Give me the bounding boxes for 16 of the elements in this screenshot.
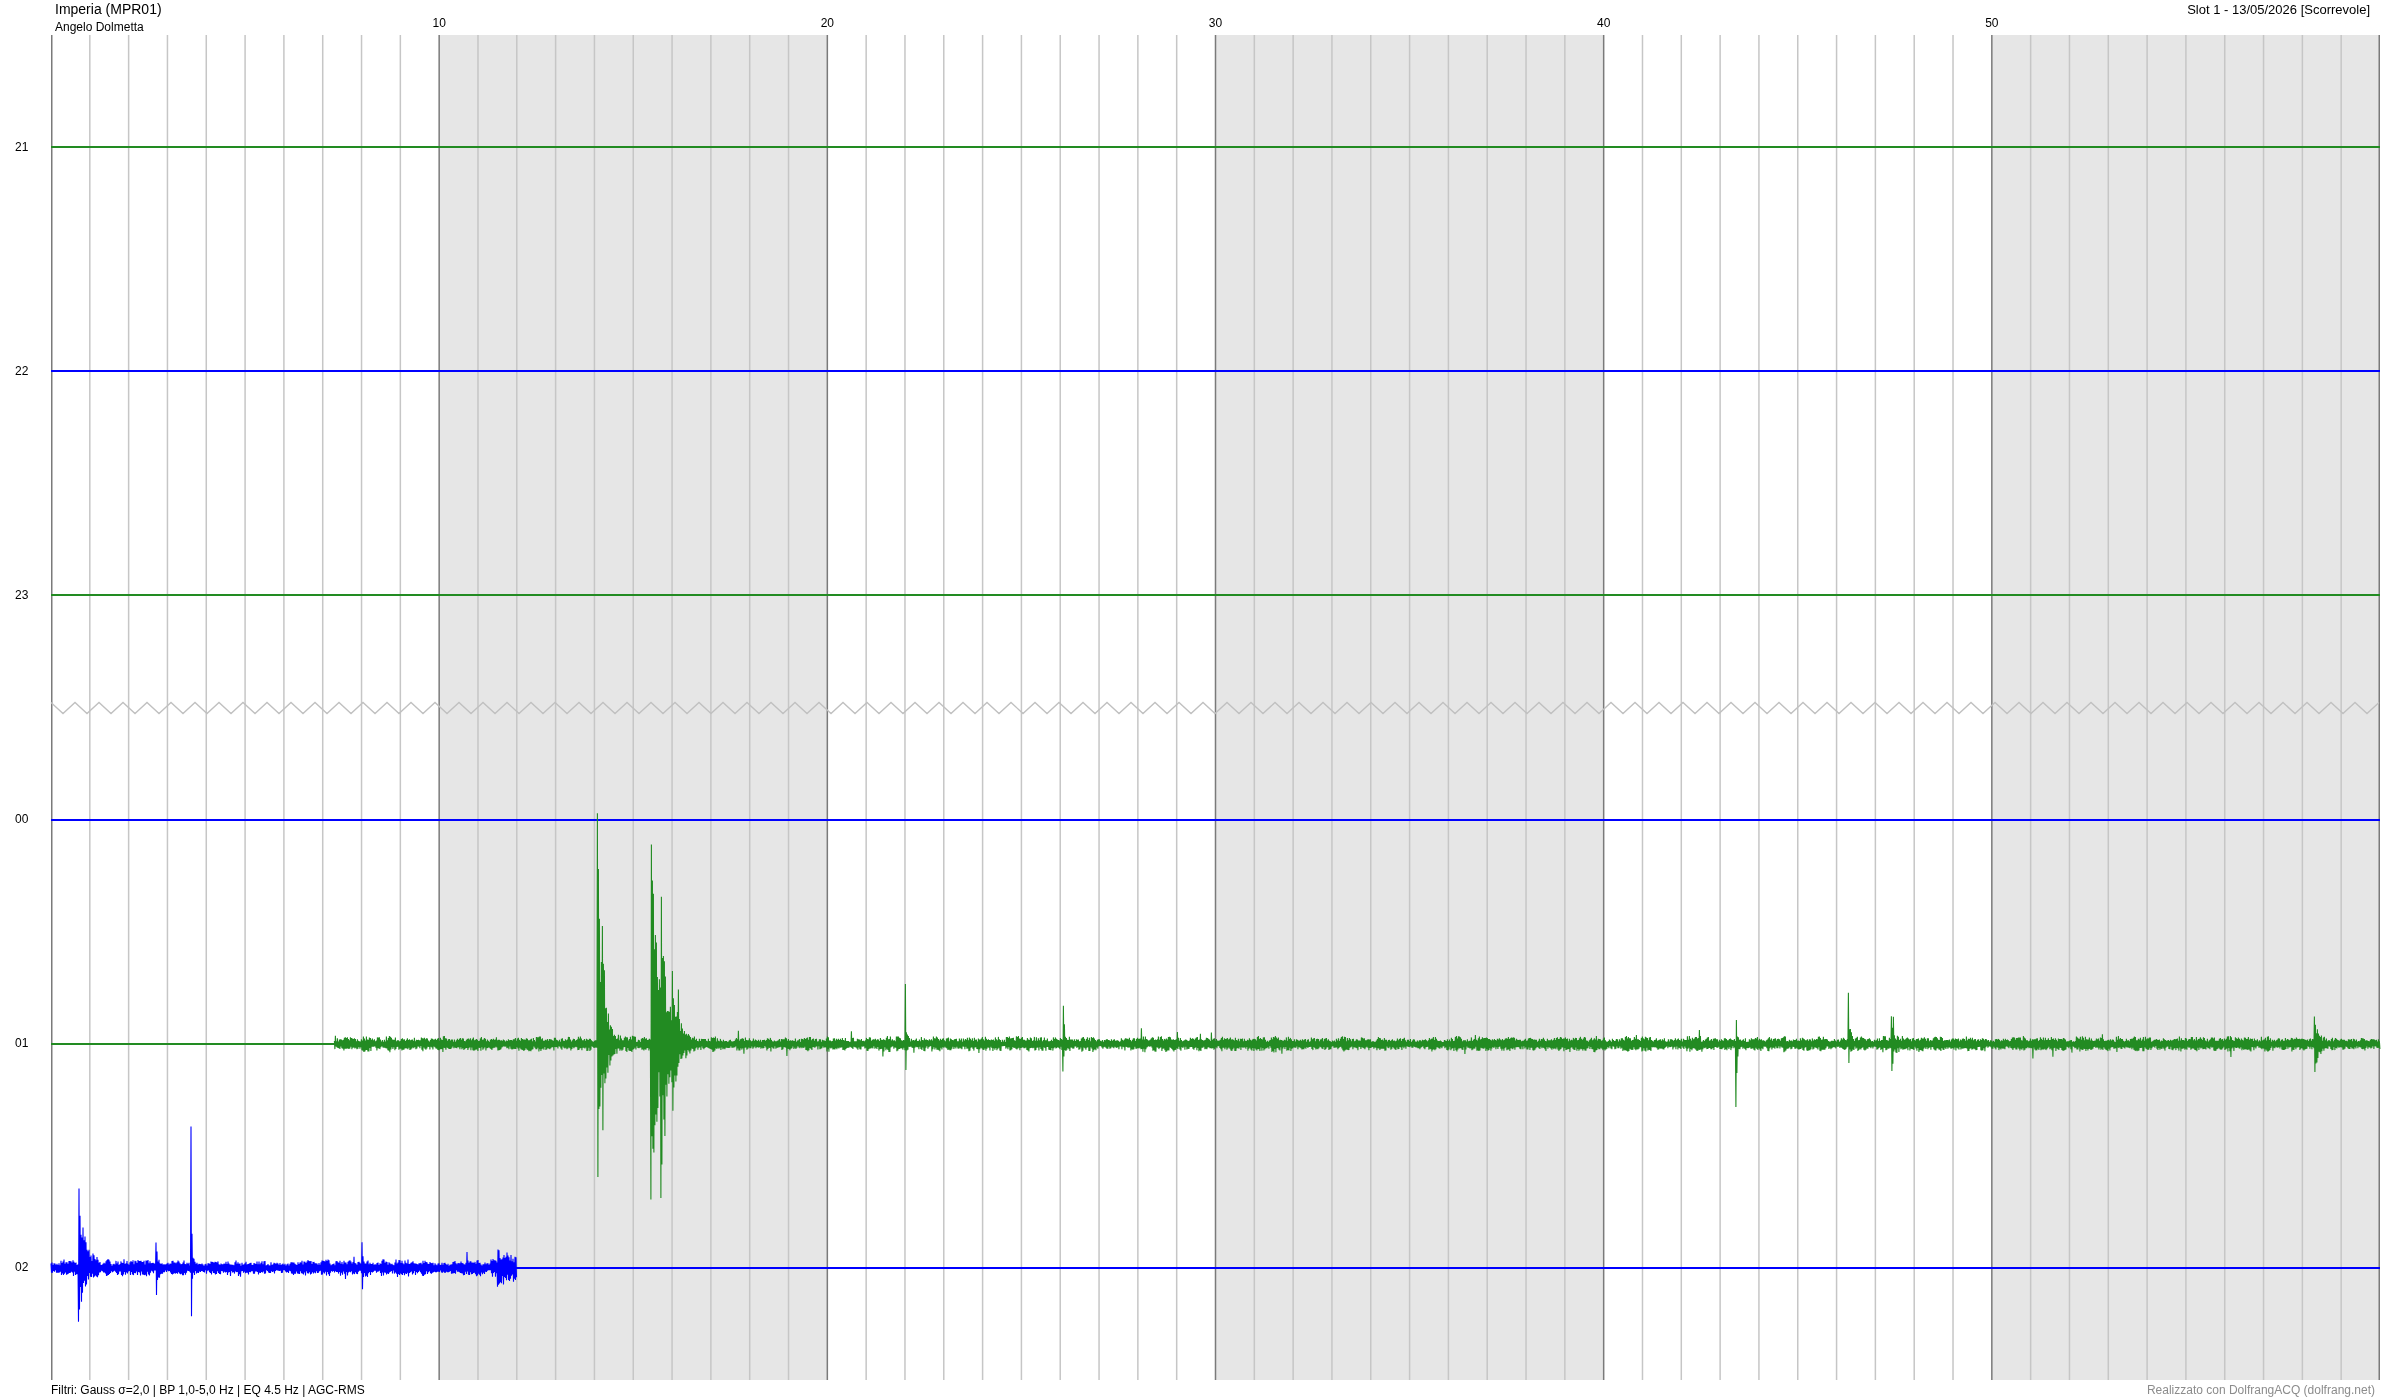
minute-label: 20 xyxy=(820,17,834,30)
minute-label: 40 xyxy=(1597,17,1611,30)
minute-label: 50 xyxy=(1985,17,1999,30)
credit-text: Realizzato con DolfrangACQ (dolfrang.net) xyxy=(2146,1383,2375,1397)
station-name: Imperia (MPR01) xyxy=(55,1,162,17)
hour-label: 01 xyxy=(15,1037,29,1051)
filter-info: Filtri: Gauss σ=2,0 | BP 1,0-5,0 Hz | EQ 4.5 Hz | AGC-RMS xyxy=(51,1383,365,1397)
hour-label: 23 xyxy=(15,588,29,602)
slot-title: Slot 1 - 13/05/2026 [Scorrevole] xyxy=(2187,2,2370,17)
hour-label: 02 xyxy=(15,1261,29,1275)
minute-label: 10 xyxy=(432,17,446,30)
minute-label: 30 xyxy=(1208,17,1223,30)
hour-label: 21 xyxy=(15,140,29,154)
hour-label: 22 xyxy=(15,364,29,378)
hour-label: 00 xyxy=(15,813,29,827)
operator-name: Angelo Dolmetta xyxy=(55,21,144,34)
